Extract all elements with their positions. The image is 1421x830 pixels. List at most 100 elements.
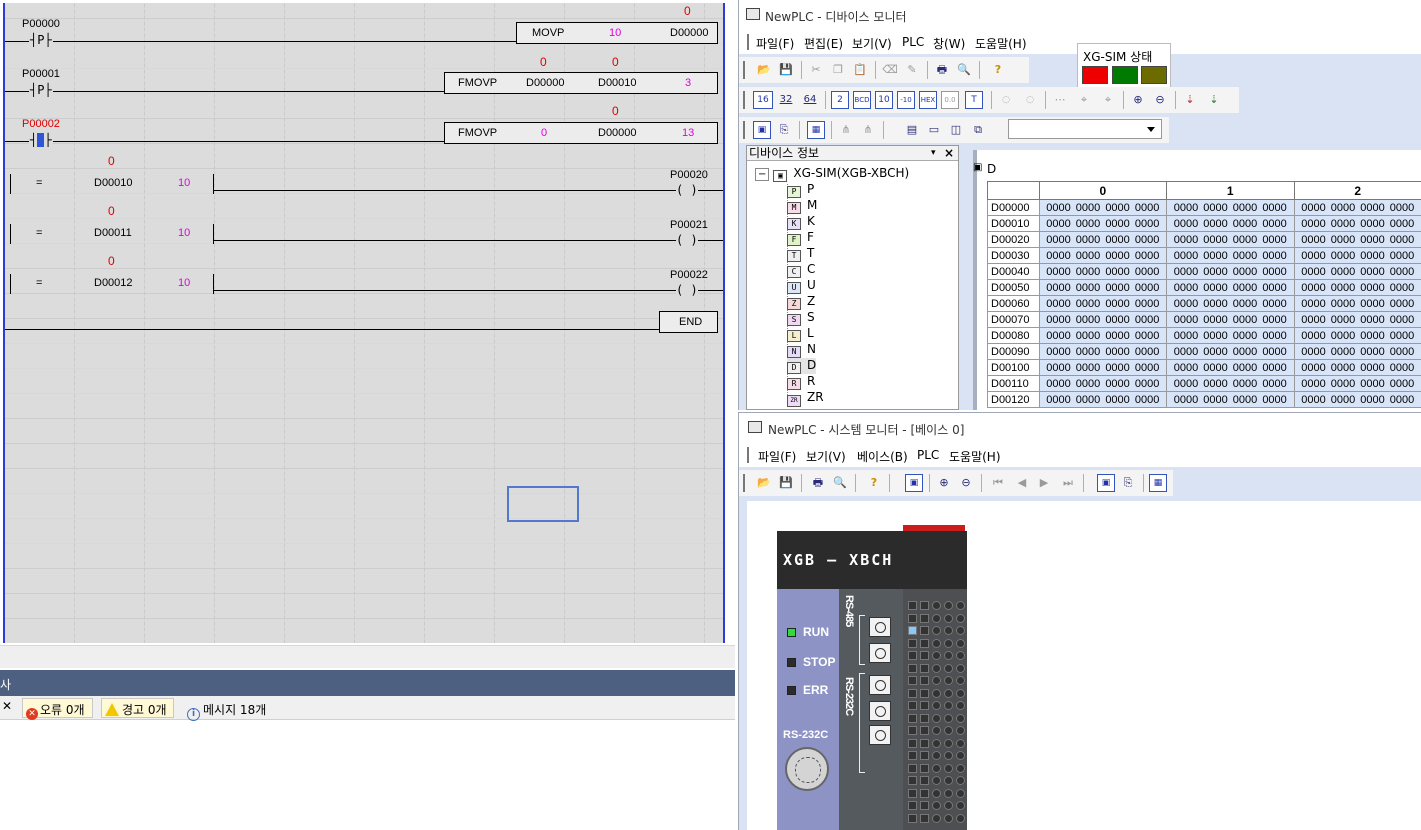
value-cell[interactable]: 0000 0000 0000 0000 [1293,279,1421,296]
rung6-coil[interactable]: ( ) [676,283,698,297]
cascade-icon[interactable]: ▤ [903,121,921,139]
chevron-down-icon[interactable] [1147,127,1155,132]
delete-device-icon[interactable]: ⇣ [1205,91,1223,109]
rung3-contact[interactable]: ┤P├ [29,133,53,147]
close-icon[interactable]: ✕ [2,699,12,713]
table-row[interactable]: D00120 0000 0000 0000 0000 0000 0000 0000 … [987,391,1421,408]
collapse-icon[interactable]: − [755,168,770,181]
close-panel-icon[interactable]: × [944,146,954,160]
row-address[interactable]: D00050 [987,279,1040,296]
table-row[interactable]: D00030 0000 0000 0000 0000 0000 0000 0000 … [987,247,1421,264]
table-row[interactable]: D00070 0000 0000 0000 0000 0000 0000 0000 … [987,311,1421,328]
sys-open-icon[interactable]: 📂 [755,474,773,492]
value-cell[interactable]: 0000 0000 0000 0000 [1293,327,1421,344]
rs485-terminal-1[interactable] [869,617,891,637]
rung4-coil[interactable]: ( ) [676,183,698,197]
value-cell[interactable]: 0000 0000 0000 0000 [1038,215,1168,232]
row-address[interactable]: D00110 [987,375,1040,392]
arrange-icon[interactable]: ⧉ [969,121,987,139]
device-select-combobox[interactable] [1008,119,1162,139]
tree-item-s[interactable]: SS [787,310,815,326]
tree-item-c[interactable]: CC [787,262,815,278]
rs232c-terminal-3[interactable] [869,725,891,745]
prev-icon[interactable]: ◀ [1013,474,1031,492]
tree-item-d[interactable]: DD [787,358,817,374]
value-cell[interactable]: 0000 0000 0000 0000 [1293,311,1421,328]
force-off-icon[interactable]: ◌ [997,91,1015,109]
tree-item-u[interactable]: UU [787,278,816,294]
device-monitor-titlebar[interactable]: NewPLC - 디바이스 모니터 [739,0,1421,30]
value-cell[interactable]: 0000 0000 0000 0000 [1293,247,1421,264]
copy-icon[interactable]: ❐ [829,61,847,79]
value-cell[interactable]: 0000 0000 0000 0000 [1166,247,1295,264]
real-button[interactable]: 0.0 [941,91,959,109]
rung5-coil[interactable]: ( ) [676,233,698,247]
rs232c-terminal-2[interactable] [869,701,891,721]
tree-item-t[interactable]: TT [787,246,814,262]
signed-decimal-button[interactable]: -10 [897,91,915,109]
value-cell[interactable]: 0000 0000 0000 0000 [1038,263,1168,280]
table-row[interactable]: D00080 0000 0000 0000 0000 0000 0000 0000 … [987,327,1421,344]
tree-item-r[interactable]: RR [787,374,815,390]
column-header-2[interactable]: 2 [1293,181,1421,200]
value-cell[interactable]: 0000 0000 0000 0000 [1166,375,1295,392]
system-monitor-canvas[interactable]: XGB — XBCH RUN STOP ERR RS-232C RS-485 R… [747,501,1421,830]
cut-icon[interactable]: ✂ [807,61,825,79]
tree-item-z[interactable]: ZZ [787,294,815,310]
sys-help-icon[interactable]: ? [865,474,883,492]
errors-filter-button[interactable]: ✕ 오류 0개 [22,698,93,720]
value-cell[interactable]: 0000 0000 0000 0000 [1038,359,1168,376]
zoom-in-icon[interactable]: ⊕ [1129,91,1147,109]
binary-button[interactable]: 2 [831,91,849,109]
table-row[interactable]: D00000 0000 0000 0000 0000 0000 0000 0000 … [987,199,1421,216]
value-cell[interactable]: 0000 0000 0000 0000 [1166,231,1295,248]
value-cell[interactable]: 0000 0000 0000 0000 [1293,343,1421,360]
end-box[interactable]: END [659,311,718,333]
sys-print-preview-icon[interactable]: 🔍 [831,474,849,492]
value-cell[interactable]: 0000 0000 0000 0000 [1038,295,1168,312]
table-row[interactable]: D00100 0000 0000 0000 0000 0000 0000 0000 … [987,359,1421,376]
row-address[interactable]: D00010 [987,215,1040,232]
cursor-selection[interactable] [507,486,579,522]
row-address[interactable]: D00120 [987,391,1040,408]
first-icon[interactable]: ⏮ [989,474,1007,492]
add-device-icon[interactable]: ⇣ [1181,91,1199,109]
menu-edit[interactable]: 편집(E) [804,35,843,52]
tree-item-k[interactable]: KK [787,214,815,230]
value-cell[interactable]: 0000 0000 0000 0000 [1038,279,1168,296]
value-cell[interactable]: 0000 0000 0000 0000 [1166,279,1295,296]
tree-item-p[interactable]: PP [787,182,814,198]
value-cell[interactable]: 0000 0000 0000 0000 [1166,391,1295,408]
value-cell[interactable]: 0000 0000 0000 0000 [1293,199,1421,216]
rung2-contact[interactable]: ┤P├ [29,83,53,97]
row-address[interactable]: D00070 [987,311,1040,328]
word-16bit-button[interactable]: 16 [753,91,773,109]
table-row[interactable]: D00040 0000 0000 0000 0000 0000 0000 0000 … [987,263,1421,280]
sys-save-icon[interactable]: 💾 [777,474,795,492]
help-icon[interactable]: ? [989,61,1007,79]
tree-root[interactable]: − ▣ XG-SIM(XGB-XBCH) [755,166,909,182]
erase-icon[interactable]: ✎ [903,61,921,79]
warnings-filter-button[interactable]: 경고 0개 [101,698,174,718]
sys-menu-help[interactable]: 도움말(H) [949,448,1001,465]
sys-mon-start-icon[interactable]: ▣ [1097,474,1115,492]
value-cell[interactable]: 0000 0000 0000 0000 [1166,263,1295,280]
value-cell[interactable]: 0000 0000 0000 0000 [1293,391,1421,408]
menu-plc[interactable]: PLC [902,35,924,49]
device-value-table[interactable]: 0 1 2 D00000 0000 0000 0000 0000 0000 0000… [987,181,1421,408]
value-cell[interactable]: 0000 0000 0000 0000 [1293,263,1421,280]
value-cell[interactable]: 0000 0000 0000 0000 [1293,231,1421,248]
monitor-start-icon[interactable]: ▣ [753,121,771,139]
row-address[interactable]: D00020 [987,231,1040,248]
open-icon[interactable]: 📂 [755,61,773,79]
ladder-horizontal-scrollbar[interactable] [0,645,735,668]
sys-print-icon[interactable]: 🖶 [809,474,827,492]
rs485-terminal-2[interactable] [869,643,891,663]
lword-64bit-button[interactable]: 64 [801,91,819,109]
ladder-editor[interactable]: P00000 ┤P├ 0 MOVP 10 D00000 P00001 ┤P├ 0… [0,0,735,668]
value-cell[interactable]: 0000 0000 0000 0000 [1166,295,1295,312]
value-cell[interactable]: 0000 0000 0000 0000 [1038,327,1168,344]
table-row[interactable]: D00090 0000 0000 0000 0000 0000 0000 0000 … [987,343,1421,360]
bit-reset-icon[interactable]: ⌖ [1099,91,1117,109]
messages-filter-button[interactable]: i 메시지 18개 [183,698,273,721]
